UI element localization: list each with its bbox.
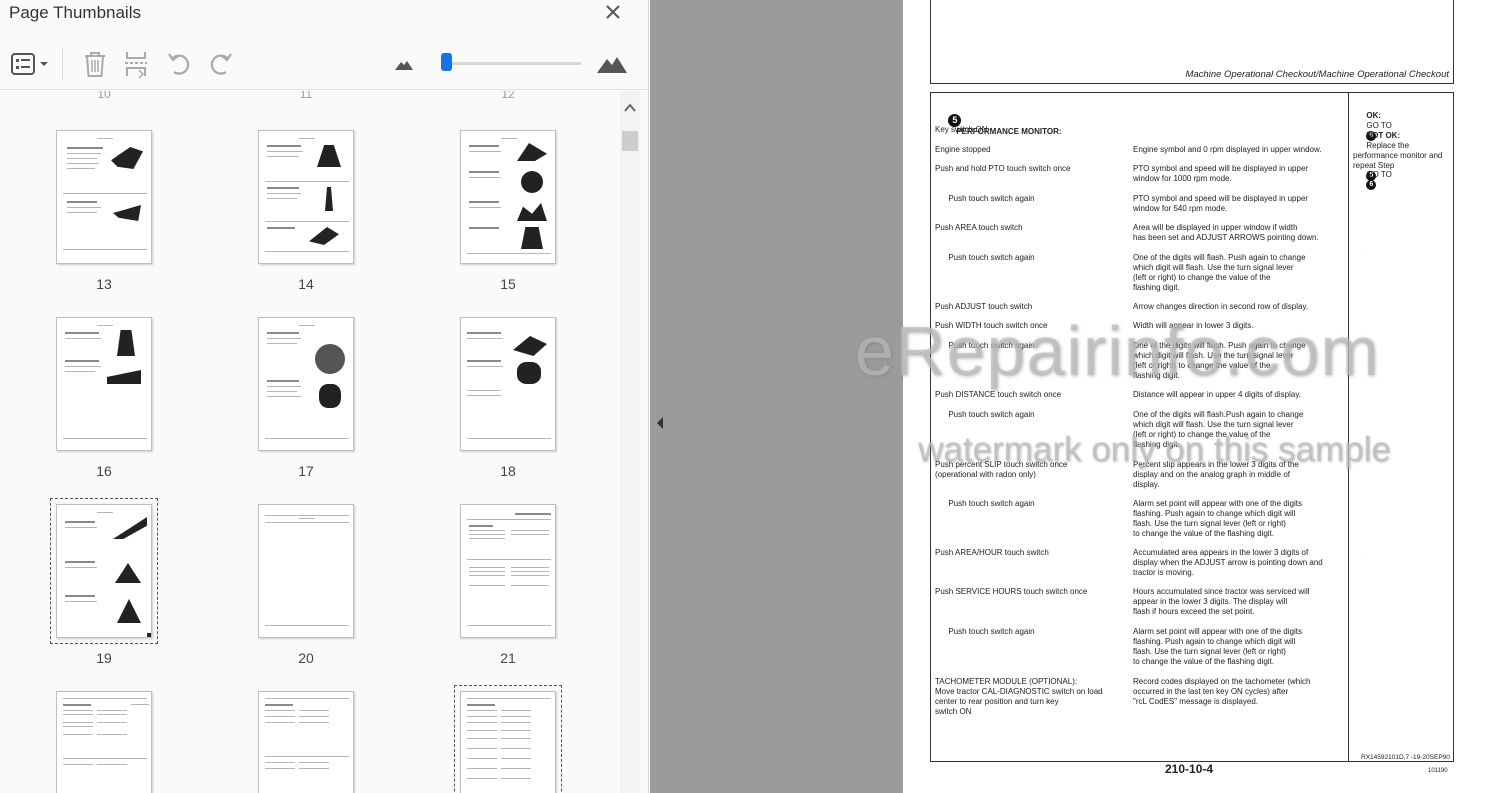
doc-page-number: 210-10-4 [1165, 762, 1214, 776]
procedure-result: Accumulated area appears in the lower 3 … [1133, 548, 1323, 577]
trash-icon[interactable] [80, 48, 110, 80]
panel-title: Page Thumbnails [9, 3, 141, 22]
procedure-result: Alarm set point will appear with one of … [1133, 499, 1302, 538]
thumbnail-image [460, 504, 556, 638]
page-number: 21 [500, 650, 516, 666]
procedure-result: PTO symbol and speed will be displayed i… [1133, 194, 1309, 213]
goto-instruction: GO TO 6 [1353, 160, 1392, 200]
page-number: 19 [96, 650, 112, 666]
watermark-site: eRepairinfo.com [855, 312, 1380, 390]
procedure-result: Engine symbol and 0 rpm displayed in upp… [1133, 145, 1322, 154]
app-window: Page Thumbnails 10 11 12 13 14 15 16 17 … [0, 0, 1492, 793]
small-mountain-icon[interactable] [392, 48, 416, 80]
ok-label: OK: [1366, 111, 1382, 120]
procedure-step: Engine stopped [935, 145, 991, 154]
page-number: 14 [298, 276, 314, 292]
zoom-slider-track[interactable] [443, 62, 581, 65]
page-number: 17 [298, 463, 314, 479]
collapse-panel-arrow-icon[interactable] [653, 413, 667, 433]
doc-reference-code: RX14592101D,7 -19-20SEP90 [1361, 754, 1450, 761]
procedure-step: Push touch switch again [935, 499, 1035, 508]
thumbnail-image [50, 498, 158, 644]
thumbnail-image [258, 691, 354, 793]
page-number: 12 [501, 91, 515, 101]
undo-icon[interactable] [164, 48, 194, 80]
procedure-step: Push touch switch again [935, 253, 1035, 262]
procedure-result: Alarm set point will appear with one of … [1133, 627, 1302, 666]
thumbnail-image [460, 317, 556, 451]
page-number: 16 [96, 463, 112, 479]
procedure-step: Push AREA/HOUR touch switch [935, 548, 1049, 557]
thumbnail-image [56, 691, 152, 793]
procedure-result: One of the digits will flash. Push again… [1133, 253, 1306, 292]
thumbnails-toolbar [0, 40, 649, 90]
procedure-step: Push touch switch again [935, 410, 1035, 419]
procedure-step: Push touch switch again [935, 627, 1035, 636]
procedure-result: Area will be displayed in upper window i… [1133, 223, 1319, 242]
scroll-up-arrow-icon[interactable] [623, 101, 637, 115]
page-number: 20 [298, 650, 314, 666]
zoom-slider-handle[interactable] [441, 53, 452, 71]
procedure-step: Key switch ON [935, 125, 988, 134]
procedure-step: TACHOMETER MODULE (OPTIONAL): Move tract… [935, 677, 1103, 716]
thumbnail-image [56, 130, 152, 264]
thumbnail-image [460, 130, 556, 264]
procedure-step: Push DISTANCE touch switch once [935, 390, 1062, 399]
notok-label: NOT OK: [1366, 131, 1401, 140]
doc-small-code: 101190 [1428, 768, 1448, 774]
page-number: 11 [299, 91, 313, 101]
page-number: 15 [500, 276, 516, 292]
thumbnail-image [258, 504, 354, 638]
page-number: 18 [500, 463, 516, 479]
procedure-step: Push touch switch again [935, 194, 1035, 203]
thumbnail-image [56, 317, 152, 451]
procedure-result: PTO symbol and speed will be displayed i… [1133, 164, 1309, 183]
thumbnails-list: 10 11 12 13 14 15 16 17 18 19 20 21 [0, 91, 619, 793]
step-badge: 6 [1366, 180, 1377, 190]
thumbnail-image [454, 685, 562, 793]
page-number: 10 [97, 91, 111, 101]
procedure-step: Push SERVICE HOURS touch switch once [935, 587, 1088, 596]
doc-column-divider [1348, 92, 1349, 762]
document-page: Machine Operational Checkout/Machine Ope… [903, 0, 1492, 793]
large-mountain-icon[interactable] [594, 48, 630, 80]
procedure-result: Distance will appear in upper 4 digits o… [1133, 390, 1301, 399]
watermark-notice: watermark only on this sample [918, 430, 1391, 469]
page-thumbnails-panel: Page Thumbnails 10 11 12 13 14 15 16 17 … [0, 0, 649, 793]
procedure-result: Record codes displayed on the tachometer… [1133, 677, 1311, 706]
extract-pages-icon[interactable] [121, 48, 151, 80]
thumbnails-scrollbar[interactable] [620, 91, 640, 793]
procedure-step: Push and hold PTO touch switch once [935, 164, 1071, 173]
doc-header-box: Machine Operational Checkout/Machine Ope… [930, 0, 1454, 84]
procedure-result: Hours accumulated since tractor was serv… [1133, 587, 1310, 616]
document-canvas-background [650, 0, 903, 793]
toolbar-separator [62, 48, 63, 80]
procedure-step: Push AREA touch switch [935, 223, 1023, 232]
thumbnail-image [258, 130, 354, 264]
page-options-icon[interactable] [8, 48, 52, 80]
page-number: 13 [96, 276, 112, 292]
goto-text: GO TO [1366, 170, 1392, 179]
thumbnail-image [258, 317, 354, 451]
doc-header-title: Machine Operational Checkout/Machine Ope… [1185, 69, 1449, 80]
redo-icon[interactable] [206, 48, 236, 80]
close-icon[interactable] [602, 1, 624, 23]
scrollbar-thumb[interactable] [622, 131, 638, 151]
